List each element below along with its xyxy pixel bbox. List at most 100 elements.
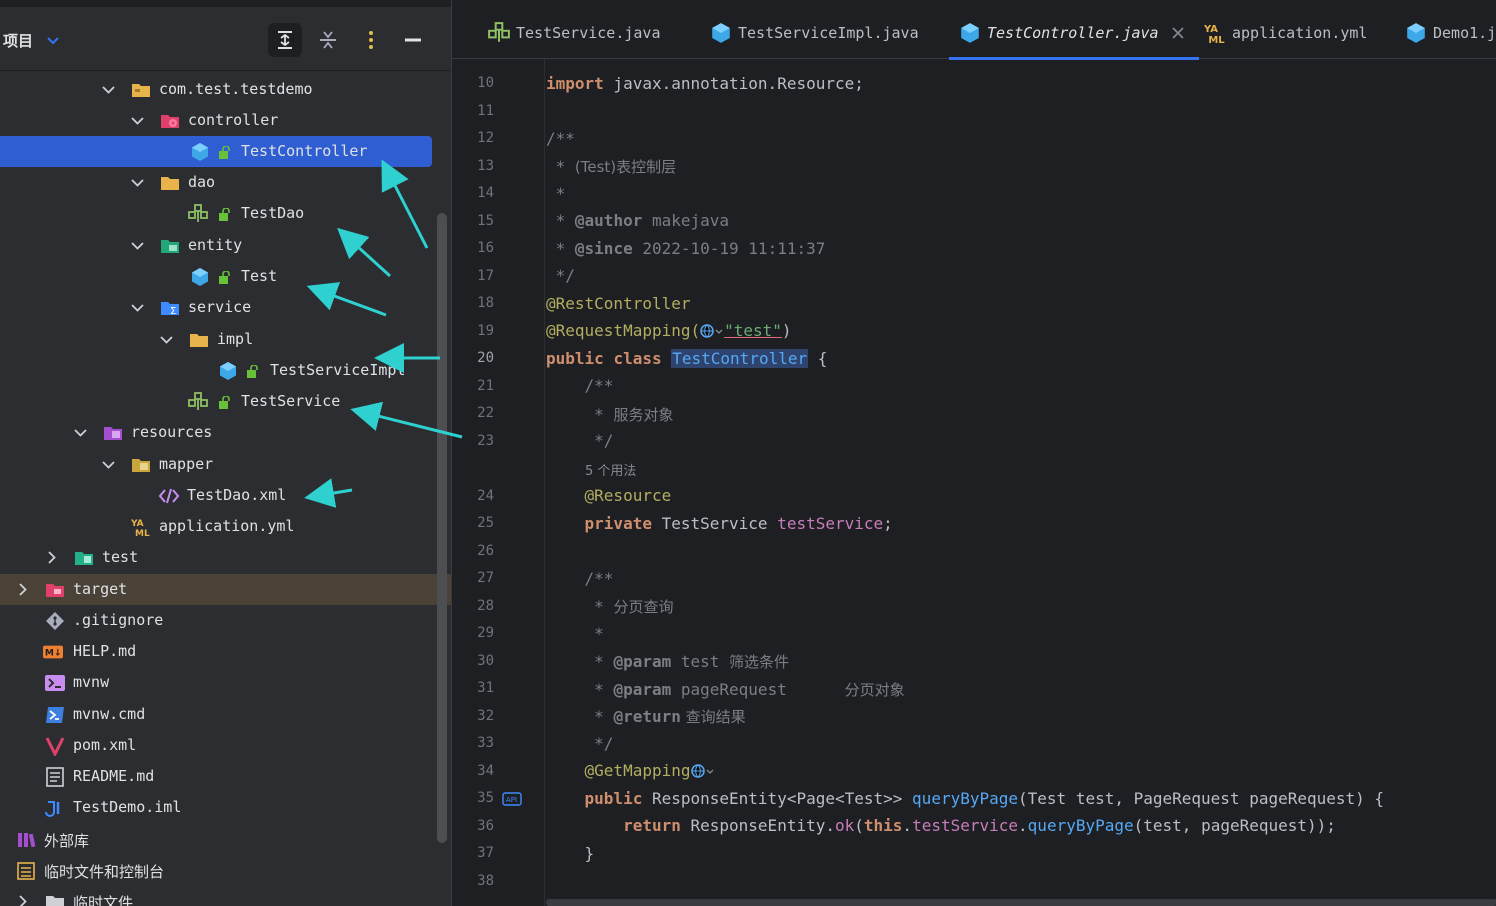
code-line-22[interactable]: * 服务对象 [546, 404, 673, 425]
chevron-down-icon[interactable] [101, 82, 116, 97]
code-line-24[interactable]: @Resource [546, 486, 672, 505]
type-reference: ResponseEntity. [680, 816, 835, 835]
tab-testserviceimpl-java[interactable]: TestServiceImpl.java [710, 7, 919, 59]
more-options-button[interactable] [354, 23, 388, 57]
tree-node-help-md[interactable]: M↓ HELP.md [0, 636, 436, 667]
close-icon[interactable] [1171, 26, 1185, 40]
code-line-36[interactable]: return ResponseEntity.ok(this.testServic… [546, 816, 1336, 835]
tree-node-entity[interactable]: entity [0, 230, 436, 261]
chevron-down-icon[interactable] [46, 33, 60, 47]
comment-prefix: * [546, 680, 614, 699]
chevron-down-icon[interactable] [130, 238, 145, 253]
tree-node-test-entity[interactable]: Test [0, 261, 436, 292]
code-line-34[interactable]: @GetMapping [546, 761, 715, 780]
api-endpoint-icon[interactable]: API [502, 792, 522, 806]
chevron-down-icon[interactable] [159, 332, 174, 347]
tree-node-label: target [73, 580, 128, 598]
tree-node-dao[interactable]: dao [0, 167, 436, 198]
line-number: 19 [477, 323, 494, 339]
tree-node-external-libraries[interactable]: 外部库 [0, 824, 436, 855]
code-line-37[interactable]: } [546, 844, 595, 863]
code-line-18[interactable]: @RestController [546, 294, 691, 313]
tab-testservice-java[interactable]: TestService.java [488, 7, 661, 59]
code-line-31[interactable]: * @param pageRequest 分页对象 [546, 679, 904, 700]
tree-node-mapper[interactable]: mapper [0, 449, 436, 480]
code-line-29[interactable]: * [546, 624, 604, 643]
external-libraries-icon [18, 833, 36, 848]
tree-node-testdao-xml[interactable]: TestDao.xml [0, 480, 436, 511]
usages-inlay-hint[interactable]: 5 个用法 [585, 460, 636, 479]
code-line-32[interactable]: * @return 查询结果 [546, 706, 746, 727]
code-line-12[interactable]: /** [546, 129, 575, 148]
chevron-down-icon[interactable] [130, 113, 145, 128]
tree-node-application-yml[interactable]: YA ML application.yml [0, 511, 436, 542]
collapse-all-button[interactable] [311, 23, 345, 57]
hide-panel-button[interactable] [396, 23, 430, 57]
tree-node-resources[interactable]: resources [0, 417, 436, 448]
project-view-title[interactable]: 项目 [3, 30, 33, 51]
code-line-13[interactable]: * (Test)表控制层 [546, 156, 677, 177]
tree-node-mvnw-cmd[interactable]: mvnw.cmd [0, 699, 436, 730]
web-endpoint-icon[interactable] [690, 763, 715, 779]
tab-testcontroller-java[interactable]: TestController.java [949, 7, 1199, 60]
code-line-20[interactable]: public class TestController { [546, 349, 827, 368]
java-class-icon [1407, 23, 1425, 43]
tree-node-gitignore[interactable]: .gitignore [0, 605, 436, 636]
tree-node-testdemo-iml[interactable]: TestDemo.iml [0, 792, 436, 823]
tree-node-mvnw[interactable]: mvnw [0, 667, 436, 698]
editor-horizontal-scrollbar[interactable] [546, 899, 1496, 906]
chevron-right-icon[interactable] [15, 894, 30, 906]
tree-node-pom-xml[interactable]: pom.xml [0, 730, 436, 761]
code-line-16[interactable]: * @since 2022-10-19 11:11:37 [546, 239, 826, 258]
line-number: 29 [477, 625, 494, 641]
code-line-21[interactable]: /** [546, 376, 614, 395]
chevron-down-icon[interactable] [73, 425, 88, 440]
tree-node-scratches[interactable]: 临时文件和控制台 [0, 855, 436, 886]
tab-demo1-java[interactable]: Demo1.ja [1405, 7, 1496, 59]
code-line-17[interactable]: */ [546, 266, 575, 285]
markdown-file-icon: M↓ [43, 645, 63, 659]
readme-file-icon [46, 767, 64, 787]
return-type: ResponseEntity<Page<Test>> [642, 789, 913, 808]
tree-node-test-folder[interactable]: test [0, 542, 436, 573]
line-number: 27 [477, 570, 494, 586]
tab-application-yml[interactable]: YA ML application.yml [1204, 7, 1367, 59]
code-line-10[interactable]: import javax.annotation.Resource; [546, 74, 864, 93]
code-line-19[interactable]: @RequestMapping("test") [546, 321, 792, 340]
tree-node-scratch-files[interactable]: 临时文件 [0, 886, 436, 906]
line-number: 23 [477, 433, 494, 449]
tree-node-com-test-testdemo[interactable]: com.test.testdemo [0, 74, 436, 105]
tree-node-testdao[interactable]: TestDao [0, 198, 436, 229]
class-name: TestController [671, 349, 809, 368]
line-number: 28 [477, 598, 494, 614]
code-line-30[interactable]: * @param test 筛选条件 [546, 651, 789, 672]
tree-node-target[interactable]: target [0, 574, 451, 605]
code-line-27[interactable]: /** [546, 569, 614, 588]
chevron-down-icon[interactable] [130, 300, 145, 315]
project-scrollbar[interactable] [437, 213, 447, 843]
code-line-28[interactable]: * 分页查询 [546, 596, 673, 617]
tree-node-label: TestServiceImpl [270, 361, 406, 379]
code-line-23[interactable]: */ [546, 431, 613, 450]
code-line-35[interactable]: public ResponseEntity<Page<Test>> queryB… [546, 789, 1385, 808]
code-line-15[interactable]: * @author makejava [546, 211, 729, 230]
web-endpoint-icon[interactable] [700, 323, 724, 339]
tree-node-testserviceimpl[interactable]: TestServiceImpl [0, 355, 436, 386]
chevron-right-icon[interactable] [44, 550, 59, 565]
tree-node-label: mvnw.cmd [73, 705, 146, 723]
chevron-right-icon[interactable] [15, 582, 30, 597]
select-opened-file-button[interactable] [268, 23, 302, 57]
tree-node-controller[interactable]: controller [0, 105, 436, 136]
line-number: 36 [477, 818, 494, 834]
tree-node-testservice[interactable]: TestService [0, 386, 436, 417]
tree-node-readme-md[interactable]: README.md [0, 761, 436, 792]
line-number-gutter[interactable]: 10 11 12 13 14 15 16 17 18 19 20 21 22 2… [452, 59, 544, 906]
tree-node-impl[interactable]: impl [0, 324, 436, 355]
tree-node-service[interactable]: Σ service [0, 292, 436, 323]
tree-node-testcontroller[interactable]: TestController [0, 136, 432, 167]
chevron-down-icon[interactable] [130, 175, 145, 190]
code-line-14[interactable]: * [546, 184, 566, 203]
chevron-down-icon[interactable] [101, 457, 116, 472]
code-line-25[interactable]: private TestService testService; [546, 514, 893, 533]
code-line-33[interactable]: */ [546, 734, 613, 753]
